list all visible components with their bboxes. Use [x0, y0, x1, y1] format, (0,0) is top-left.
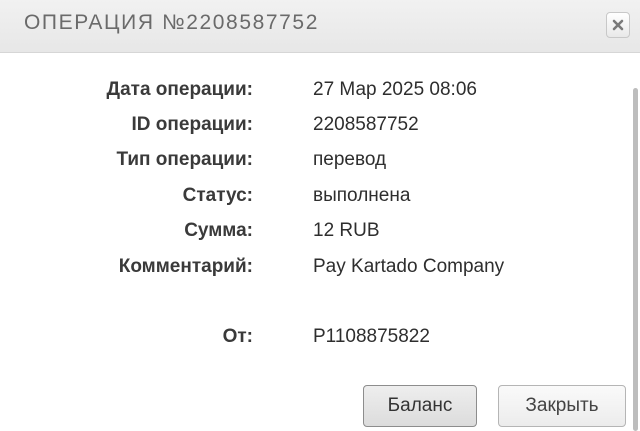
- balance-button[interactable]: Баланс: [363, 385, 477, 427]
- from-value: P1108875822: [313, 326, 430, 347]
- detail-row-amount: Сумма: 12 RUB: [0, 220, 600, 252]
- comment-label: Комментарий:: [118, 256, 253, 277]
- detail-row-comment: Комментарий: Pay Kartado Company: [0, 256, 600, 288]
- comment-value: Pay Kartado Company: [313, 256, 505, 277]
- close-icon-button[interactable]: [606, 12, 630, 38]
- detail-row-from: От: P1108875822: [0, 326, 600, 358]
- id-label: ID операции:: [131, 114, 253, 135]
- detail-row-type: Тип операции: перевод: [0, 149, 600, 181]
- id-value: 2208587752: [313, 114, 419, 135]
- date-value: 27 Мар 2025 08:06: [313, 79, 477, 100]
- dialog-title: ОПЕРАЦИЯ №2208587752: [24, 11, 319, 34]
- dialog-titlebar: ОПЕРАЦИЯ №2208587752: [0, 0, 640, 53]
- detail-row-date: Дата операции: 27 Мар 2025 08:06: [0, 79, 600, 111]
- status-value: выполнена: [313, 185, 411, 206]
- amount-label: Сумма:: [184, 220, 253, 241]
- date-label: Дата операции:: [106, 79, 253, 100]
- detail-row-id: ID операции: 2208587752: [0, 114, 600, 146]
- from-label: От:: [222, 326, 253, 347]
- status-label: Статус:: [182, 185, 253, 206]
- operation-details: Дата операции: 27 Мар 2025 08:06 ID опер…: [0, 53, 640, 431]
- close-button[interactable]: Закрыть: [498, 385, 626, 427]
- type-value: перевод: [313, 149, 387, 170]
- type-label: Тип операции:: [116, 149, 253, 170]
- operation-dialog: ОПЕРАЦИЯ №2208587752 Дата операции: 27 М…: [0, 0, 640, 431]
- close-x-icon: [612, 19, 624, 31]
- detail-row-status: Статус: выполнена: [0, 185, 600, 217]
- amount-value: 12 RUB: [313, 220, 380, 241]
